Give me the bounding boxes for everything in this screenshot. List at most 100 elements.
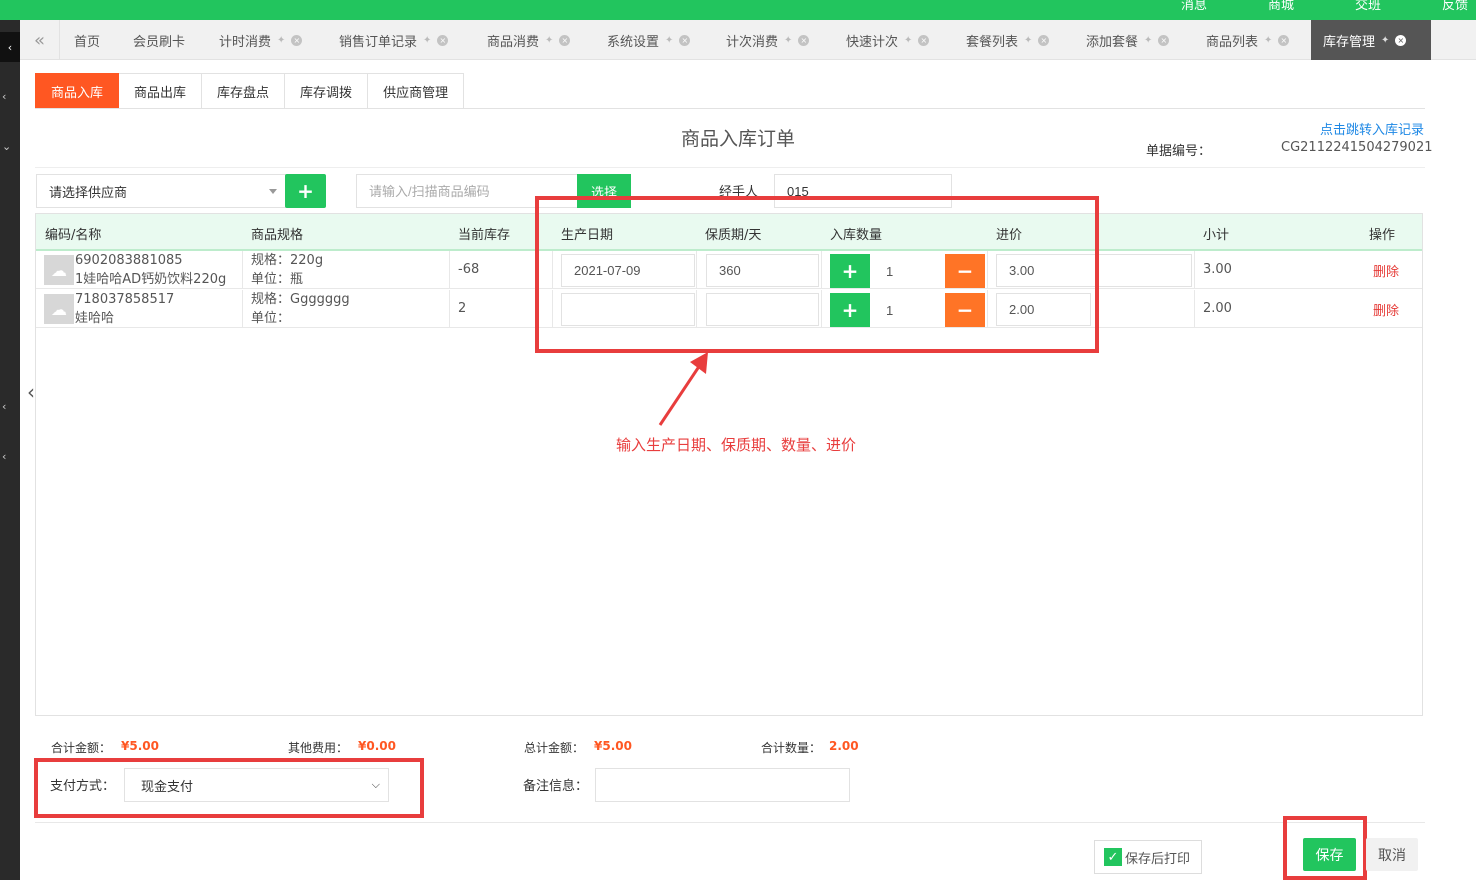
column-header: 商品规格: [251, 228, 304, 243]
subtab-transfer[interactable]: 库存调拨: [285, 73, 369, 109]
tab-inventory-management[interactable]: 库存管理 ✦ ×: [1311, 20, 1431, 60]
check-icon: ✓: [1104, 848, 1122, 866]
subtab-suppliers[interactable]: 供应商管理: [368, 73, 465, 109]
caret-down-icon: [269, 189, 277, 194]
tabs-scroll-left-icon[interactable]: «: [20, 20, 60, 60]
product-image-placeholder-icon: ☁: [44, 294, 74, 324]
payment-method-label: 支付方式：: [50, 779, 116, 794]
other-fees-label: 其他费用：: [288, 741, 349, 755]
product-image-placeholder-icon: ☁: [44, 255, 74, 285]
sidebar-arrow-icon[interactable]: ‹: [2, 450, 6, 463]
column-header: 操作: [1369, 228, 1396, 243]
close-icon[interactable]: ×: [291, 34, 303, 46]
supplier-select[interactable]: 请选择供应商: [36, 174, 286, 208]
current-stock: 2: [458, 301, 467, 316]
subtab-stock-in[interactable]: 商品入库: [35, 73, 120, 109]
tab-system-settings[interactable]: 系统设置 ✦ ×: [595, 20, 702, 60]
order-number-value: CG2112241504279021: [1281, 140, 1433, 155]
page-title: 商品入库订单: [680, 128, 795, 150]
pin-icon[interactable]: ✦: [423, 35, 431, 46]
current-stock: -68: [458, 262, 480, 277]
tab-count-consume[interactable]: 计次消费 ✦ ×: [714, 20, 821, 60]
close-icon[interactable]: ×: [798, 34, 810, 46]
close-icon[interactable]: ×: [1158, 34, 1170, 46]
messages-link[interactable]: 消息: [1181, 0, 1207, 13]
total-qty-label: 合计数量：: [761, 741, 822, 755]
subtotal: 3.00: [1203, 262, 1232, 277]
column-header: 当前库存: [458, 228, 511, 243]
divider: [35, 108, 1425, 109]
order-number-label: 单据编号：: [1146, 144, 1212, 159]
pin-icon[interactable]: ✦: [665, 35, 673, 46]
pin-icon[interactable]: ✦: [545, 35, 553, 46]
close-icon[interactable]: ×: [1038, 34, 1050, 46]
subtotal: 2.00: [1203, 301, 1232, 316]
close-icon[interactable]: ×: [1395, 34, 1407, 46]
close-icon[interactable]: ×: [437, 34, 449, 46]
delete-row-link[interactable]: 删除: [1373, 300, 1399, 319]
add-supplier-button[interactable]: +: [285, 174, 326, 208]
close-icon[interactable]: ×: [1278, 34, 1290, 46]
grand-total-value: ¥5.00: [594, 739, 632, 753]
total-qty-value: 2.00: [829, 739, 859, 753]
inventory-subtabs: 商品入库 商品出库 库存盘点 库存调拨 供应商管理: [35, 73, 465, 109]
chevron-left-icon[interactable]: ‹: [27, 380, 35, 404]
pin-icon[interactable]: ✦: [1144, 35, 1152, 46]
product-code: 718037858517: [75, 292, 175, 307]
total-amount-label: 合计金额：: [51, 741, 112, 755]
product-name: 娃哈哈: [75, 311, 115, 326]
remark-label: 备注信息：: [523, 779, 589, 794]
tab-home[interactable]: 首页: [62, 20, 112, 60]
chevron-down-icon: ⌵: [371, 778, 380, 791]
sidebar-collapse-icon[interactable]: ‹: [0, 32, 20, 62]
pin-icon[interactable]: ✦: [784, 35, 792, 46]
close-icon[interactable]: ×: [918, 34, 930, 46]
annotation-arrow-icon: [658, 352, 708, 426]
sidebar-arrow-icon[interactable]: ‹: [2, 400, 6, 413]
mall-link[interactable]: 商城: [1268, 0, 1294, 13]
page-tab-bar: « 首页 会员刷卡 计时消费 ✦ × 销售订单记录 ✦ × 商品消费 ✦ × 系统设置 ✦ × …: [20, 20, 1476, 60]
subtab-stock-out[interactable]: 商品出库: [119, 73, 203, 109]
annotation-text: 输入生产日期、保质期、数量、进价: [616, 436, 857, 454]
pin-icon[interactable]: ✦: [1381, 35, 1389, 46]
other-fees-value: ¥0.00: [358, 739, 396, 753]
tab-product-list[interactable]: 商品列表 ✦ ×: [1194, 20, 1301, 60]
tab-product-consume[interactable]: 商品消费 ✦ ×: [475, 20, 582, 60]
pin-icon[interactable]: ✦: [1024, 35, 1032, 46]
stock-in-record-link[interactable]: 点击跳转入库记录: [1320, 119, 1424, 138]
divider: [35, 167, 1425, 168]
payment-method-select[interactable]: 现金支付 ⌵: [124, 768, 389, 802]
divider: [35, 822, 1425, 823]
grand-total-label: 总计金额：: [524, 741, 585, 755]
handover-link[interactable]: 交班: [1355, 0, 1381, 13]
pin-icon[interactable]: ✦: [277, 35, 285, 46]
tab-package-list[interactable]: 套餐列表 ✦ ×: [954, 20, 1061, 60]
tab-member-card[interactable]: 会员刷卡: [121, 20, 197, 60]
sidebar-arrow-icon[interactable]: ‹: [2, 90, 6, 103]
product-code: 6902083881085: [75, 253, 183, 268]
print-after-save-checkbox[interactable]: ✓ 保存后打印: [1094, 840, 1202, 874]
subtab-stocktake[interactable]: 库存盘点: [202, 73, 286, 109]
product-spec: 规格：Ggggggg: [251, 292, 350, 307]
close-icon[interactable]: ×: [559, 34, 571, 46]
pin-icon[interactable]: ✦: [1264, 35, 1272, 46]
tab-timed-consume[interactable]: 计时消费 ✦ ×: [207, 20, 314, 60]
total-amount-value: ¥5.00: [121, 739, 159, 753]
delete-row-link[interactable]: 删除: [1373, 261, 1399, 280]
product-name: 1娃哈哈AD钙奶饮料220g: [75, 272, 227, 287]
product-unit: 单位：: [251, 311, 291, 326]
cancel-button[interactable]: 取消: [1366, 838, 1418, 871]
remark-input[interactable]: [595, 768, 850, 802]
tab-sales-orders[interactable]: 销售订单记录 ✦ ×: [327, 20, 460, 60]
product-spec: 规格：220g: [251, 253, 324, 268]
close-icon[interactable]: ×: [679, 34, 691, 46]
top-bar: 消息 商城 交班 反馈: [0, 0, 1476, 20]
tab-add-package[interactable]: 添加套餐 ✦ ×: [1074, 20, 1181, 60]
column-header: 小计: [1203, 228, 1230, 243]
save-button[interactable]: 保存: [1303, 838, 1356, 871]
tab-quick-count[interactable]: 快速计次 ✦ ×: [834, 20, 941, 60]
column-header: 编码/名称: [45, 228, 102, 243]
annotation-highlight-box: [535, 196, 1099, 353]
pin-icon[interactable]: ✦: [904, 35, 912, 46]
feedback-link[interactable]: 反馈: [1442, 0, 1468, 13]
